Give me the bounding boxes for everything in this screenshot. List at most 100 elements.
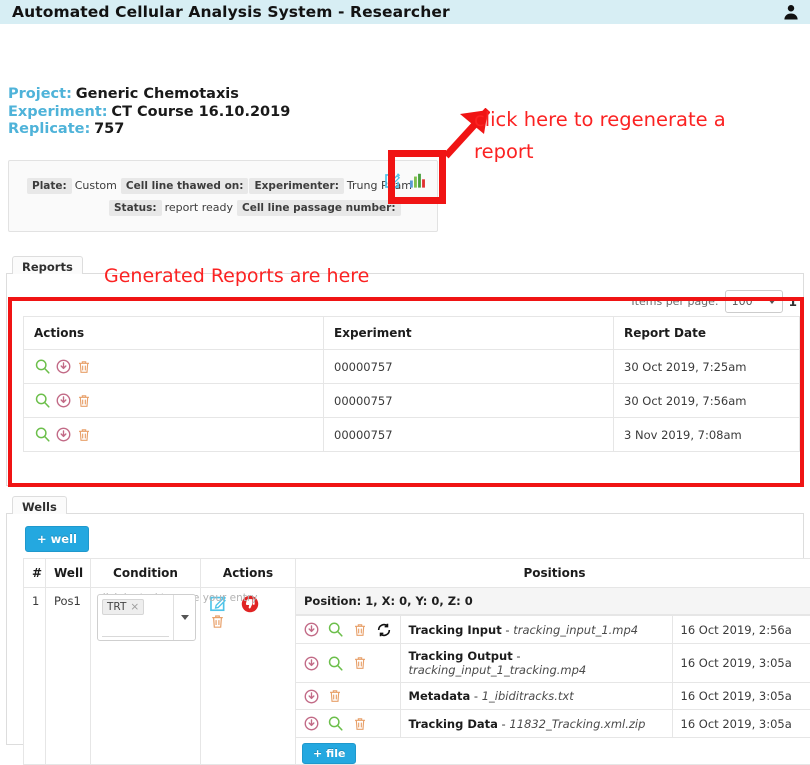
download-circle-icon[interactable] — [56, 427, 76, 441]
trash-icon[interactable] — [352, 716, 376, 730]
condition-chip[interactable]: TRT× — [102, 599, 144, 615]
meta-row-2: Status:report readyCell line passage num… — [109, 199, 402, 216]
wells-table-header: # Well Condition Actions Positions — [24, 559, 810, 588]
cell-line-thawed-label: Cell line thawed on: — [121, 178, 249, 194]
add-well-container: + well — [25, 526, 89, 552]
reports-table-header: Actions Experiment Report Date — [24, 317, 800, 350]
project-summary: Project: Generic Chemotaxis Experiment: … — [8, 86, 290, 139]
wells-panel: + well # Well Condition Actions Position… — [6, 514, 804, 745]
experiment-meta-panel: Plate:CustomCell line thawed on:Experime… — [8, 160, 438, 232]
well-condition-cell: click 'enter' to save your entry TRT× — [91, 588, 201, 765]
magnifier-icon[interactable] — [34, 393, 56, 407]
trash-icon[interactable] — [352, 622, 376, 636]
trash-icon[interactable] — [209, 614, 235, 628]
wells-table-container: # Well Condition Actions Positions 1 Pos… — [23, 558, 810, 765]
reports-pagination: Items per page: 100 1 — [631, 290, 797, 313]
trash-icon[interactable] — [327, 689, 351, 703]
file-filename: 1_ibiditracks.txt — [482, 689, 574, 703]
file-filename: tracking_input_1.mp4 — [513, 623, 638, 637]
table-row: 0000075730 Oct 2019, 7:56am — [24, 384, 800, 418]
user-icon[interactable] — [782, 3, 800, 21]
page-number[interactable]: 1 — [789, 295, 797, 309]
replicate-label: Replicate: — [8, 121, 90, 137]
file-type: Tracking Data — [409, 717, 498, 731]
experimenter-label: Experimenter: — [249, 178, 343, 194]
download-circle-icon[interactable] — [304, 656, 327, 670]
magnifier-icon[interactable] — [327, 716, 352, 730]
download-circle-icon[interactable] — [304, 716, 327, 730]
trash-icon[interactable] — [76, 359, 97, 373]
trash-icon[interactable] — [76, 427, 97, 441]
download-circle-icon[interactable] — [56, 393, 76, 407]
download-circle-icon[interactable] — [56, 359, 76, 373]
magnifier-icon[interactable] — [327, 656, 352, 670]
magnifier-icon[interactable] — [34, 427, 56, 441]
app-title: Automated Cellular Analysis System - Res… — [12, 3, 450, 21]
experiment-line: Experiment: CT Course 16.10.2019 — [8, 104, 290, 122]
column-header-actions: Actions — [201, 559, 296, 588]
file-name-cell: Metadata - 1_ibiditracks.txt — [400, 683, 672, 710]
condition-input[interactable]: TRT× — [97, 594, 196, 641]
refresh-icon[interactable] — [376, 622, 400, 636]
file-date: 16 Oct 2019, 3:05a — [672, 683, 810, 710]
magnifier-icon[interactable] — [327, 622, 352, 636]
add-file-button[interactable]: + file — [302, 743, 356, 764]
files-table: Tracking Input - tracking_input_1.mp4 16 … — [296, 615, 810, 738]
reports-panel: Items per page: 100 1 Actions Experiment… — [6, 274, 804, 486]
file-date: 16 Oct 2019, 3:05a — [672, 710, 810, 738]
project-line: Project: Generic Chemotaxis — [8, 86, 290, 104]
regenerate-report-note: click here to regenerate a report — [474, 104, 784, 168]
report-experiment: 00000757 — [324, 418, 614, 452]
column-header-experiment: Experiment — [324, 317, 614, 350]
file-row: Tracking Input - tracking_input_1.mp4 16 … — [296, 616, 810, 644]
condition-chips: TRT× — [98, 595, 173, 637]
generated-reports-note: Generated Reports are here — [104, 265, 369, 287]
chevron-down-icon — [181, 615, 189, 620]
report-date: 30 Oct 2019, 7:25am — [614, 350, 800, 384]
file-type: Tracking Output — [409, 649, 513, 663]
trash-icon[interactable] — [352, 656, 376, 670]
items-per-page-select[interactable]: 100 — [725, 290, 783, 313]
magnifier-icon[interactable] — [34, 359, 56, 373]
column-header-index: # — [24, 559, 46, 588]
well-row: 1 Pos1 click 'enter' to save your entry … — [24, 588, 810, 765]
project-value: Generic Chemotaxis — [76, 86, 239, 102]
report-experiment: 00000757 — [324, 384, 614, 418]
file-actions-cell — [296, 644, 400, 683]
download-circle-icon[interactable] — [304, 689, 327, 703]
file-separator: - — [498, 717, 509, 731]
positions-cell: Position: 1, X: 0, Y: 0, Z: 0 Tracking I… — [296, 588, 810, 765]
add-file-container: + file — [296, 738, 810, 764]
replicate-value: 757 — [94, 121, 124, 137]
condition-chip-remove-icon[interactable]: × — [130, 601, 139, 613]
reports-table-container: Actions Experiment Report Date 000007573… — [23, 316, 799, 452]
file-name-cell: Tracking Output - tracking_input_1_track… — [400, 644, 672, 683]
app-header: Automated Cellular Analysis System - Res… — [0, 0, 810, 24]
items-per-page-label: Items per page: — [631, 295, 718, 308]
condition-text-field[interactable] — [102, 619, 169, 637]
file-date: 16 Oct 2019, 2:56a — [672, 616, 810, 644]
file-row: Tracking Output - tracking_input_1_track… — [296, 644, 810, 683]
table-row: 000007573 Nov 2019, 7:08am — [24, 418, 800, 452]
file-actions-cell — [296, 616, 400, 644]
report-date: 30 Oct 2019, 7:56am — [614, 384, 800, 418]
file-separator: - — [502, 623, 513, 637]
status-value: report ready — [163, 199, 237, 216]
file-type: Tracking Input — [409, 623, 502, 637]
replicate-line: Replicate: 757 — [8, 121, 290, 139]
file-name-cell: Tracking Data - 11832_Tracking.xml.zip — [400, 710, 672, 738]
file-separator: - — [513, 649, 521, 663]
add-well-button[interactable]: + well — [25, 526, 89, 552]
report-experiment: 00000757 — [324, 350, 614, 384]
plate-label: Plate: — [27, 178, 72, 194]
column-header-actions: Actions — [24, 317, 324, 350]
file-actions-cell — [296, 710, 400, 738]
download-circle-icon[interactable] — [304, 622, 327, 636]
condition-dropdown-toggle[interactable] — [173, 595, 195, 640]
plate-value: Custom — [73, 177, 121, 194]
column-header-report-date: Report Date — [614, 317, 800, 350]
column-header-positions: Positions — [296, 559, 810, 588]
trash-icon[interactable] — [76, 393, 97, 407]
column-header-well: Well — [46, 559, 91, 588]
project-label: Project: — [8, 86, 72, 102]
